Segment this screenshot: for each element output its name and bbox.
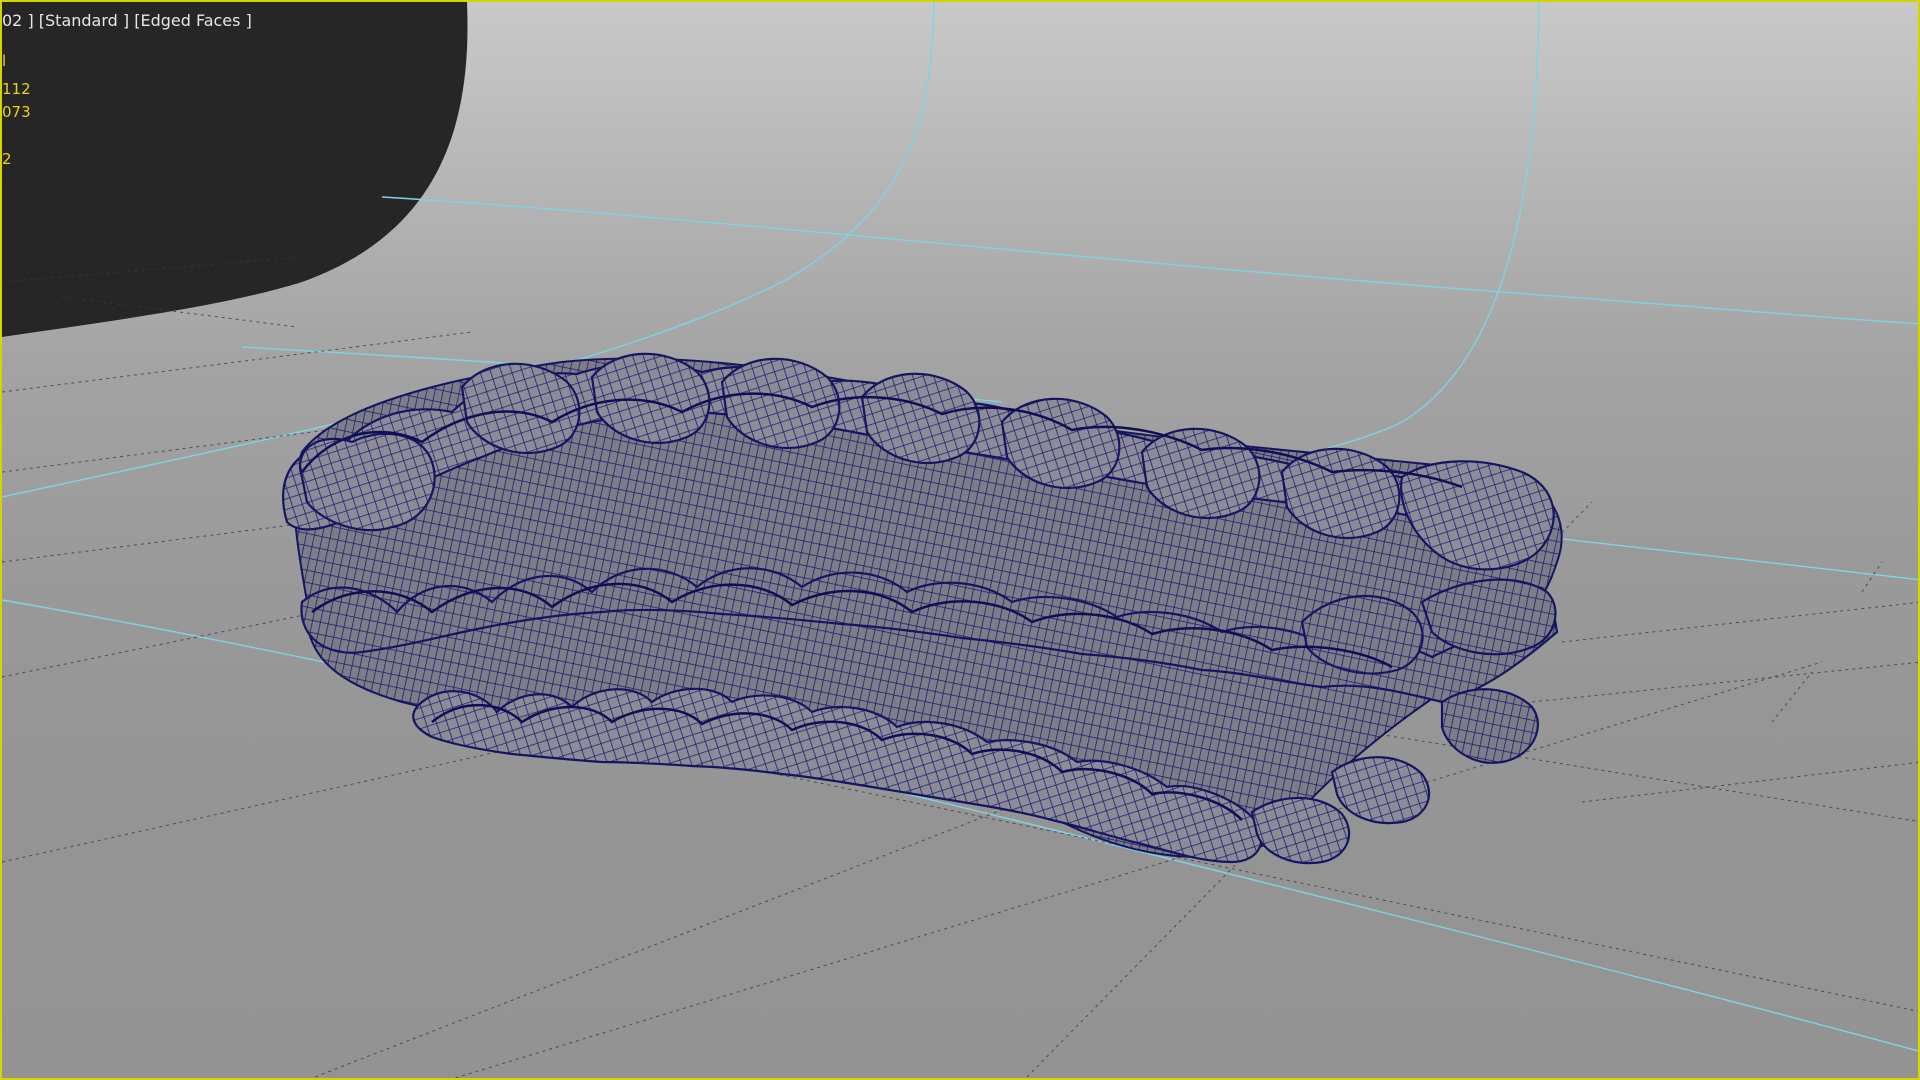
stats-line-2: 112: [2, 80, 31, 98]
scene-canvas[interactable]: [2, 2, 1920, 1080]
stats-line-4: 2: [2, 150, 12, 168]
dark-background-region: [2, 2, 468, 337]
viewport-label[interactable]: 02 ] [Standard ] [Edged Faces ]: [2, 11, 252, 30]
stats-line-3: 073: [2, 103, 31, 121]
perspective-viewport[interactable]: 02 ] [Standard ] [Edged Faces ] l 112 07…: [0, 0, 1920, 1080]
stats-line-1: l: [2, 52, 7, 70]
wavy-knit-mesh[interactable]: [281, 352, 1563, 865]
